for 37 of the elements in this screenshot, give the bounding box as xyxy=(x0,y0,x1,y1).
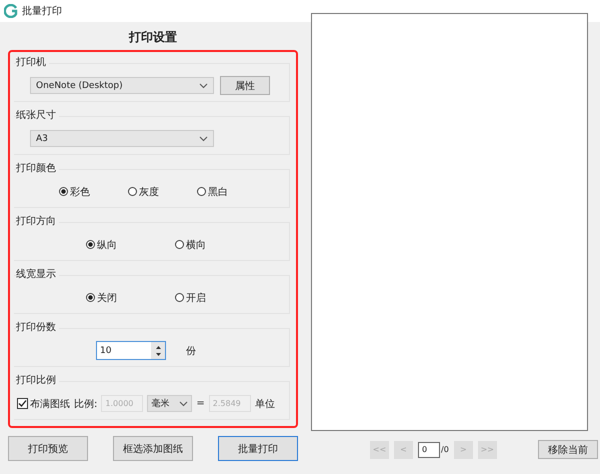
equals-sign: = xyxy=(196,398,205,409)
unit-dropdown[interactable]: 毫米 xyxy=(147,395,192,412)
app-logo-icon xyxy=(4,4,18,18)
radio-option[interactable]: 开启 xyxy=(175,290,206,304)
properties-button[interactable]: 属性 xyxy=(220,76,270,95)
radio-option[interactable]: 关闭 xyxy=(86,290,117,304)
window-title: 批量打印 xyxy=(22,4,62,18)
spin-arrows-icon xyxy=(151,342,165,359)
chevron-down-icon xyxy=(199,136,208,142)
section-heading: 打印设置 xyxy=(128,29,178,46)
fill-paper-checkbox[interactable]: 布满图纸 xyxy=(17,396,70,410)
remove-current-button[interactable]: 移除当前 xyxy=(538,440,598,459)
unit-label: 份 xyxy=(186,344,196,358)
action-button[interactable]: 批量打印 xyxy=(218,436,298,461)
group-label: 打印份数 xyxy=(16,320,59,334)
group-label: 纸张尺寸 xyxy=(16,108,59,122)
ratio-label: 比例: xyxy=(74,398,98,410)
action-button[interactable]: 框选添加图纸 xyxy=(113,436,193,461)
chevron-down-icon xyxy=(179,400,188,406)
action-button[interactable]: 打印预览 xyxy=(8,436,88,461)
page-field[interactable]: 0 xyxy=(418,442,440,458)
number-spinner[interactable]: 10 xyxy=(96,341,166,360)
radio-option[interactable]: 彩色 xyxy=(59,184,90,198)
radio-option[interactable]: 灰度 xyxy=(128,184,159,198)
group-label: 打印比例 xyxy=(16,373,59,387)
radio-option[interactable]: 黑白 xyxy=(197,184,228,198)
group-label: 打印方向 xyxy=(16,214,59,228)
units-label: 单位 xyxy=(254,398,275,410)
chevron-down-icon xyxy=(199,82,208,88)
group-label: 线宽显示 xyxy=(16,267,59,281)
dropdown[interactable]: OneNote (Desktop) xyxy=(30,77,214,94)
dropdown[interactable]: A3 xyxy=(30,130,214,147)
group-label: 打印颜色 xyxy=(16,161,59,175)
radio-option[interactable]: 纵向 xyxy=(86,238,117,252)
radio-option[interactable]: 横向 xyxy=(175,238,206,252)
page-total: /0 xyxy=(441,445,449,454)
group-label: 打印机 xyxy=(16,55,49,69)
